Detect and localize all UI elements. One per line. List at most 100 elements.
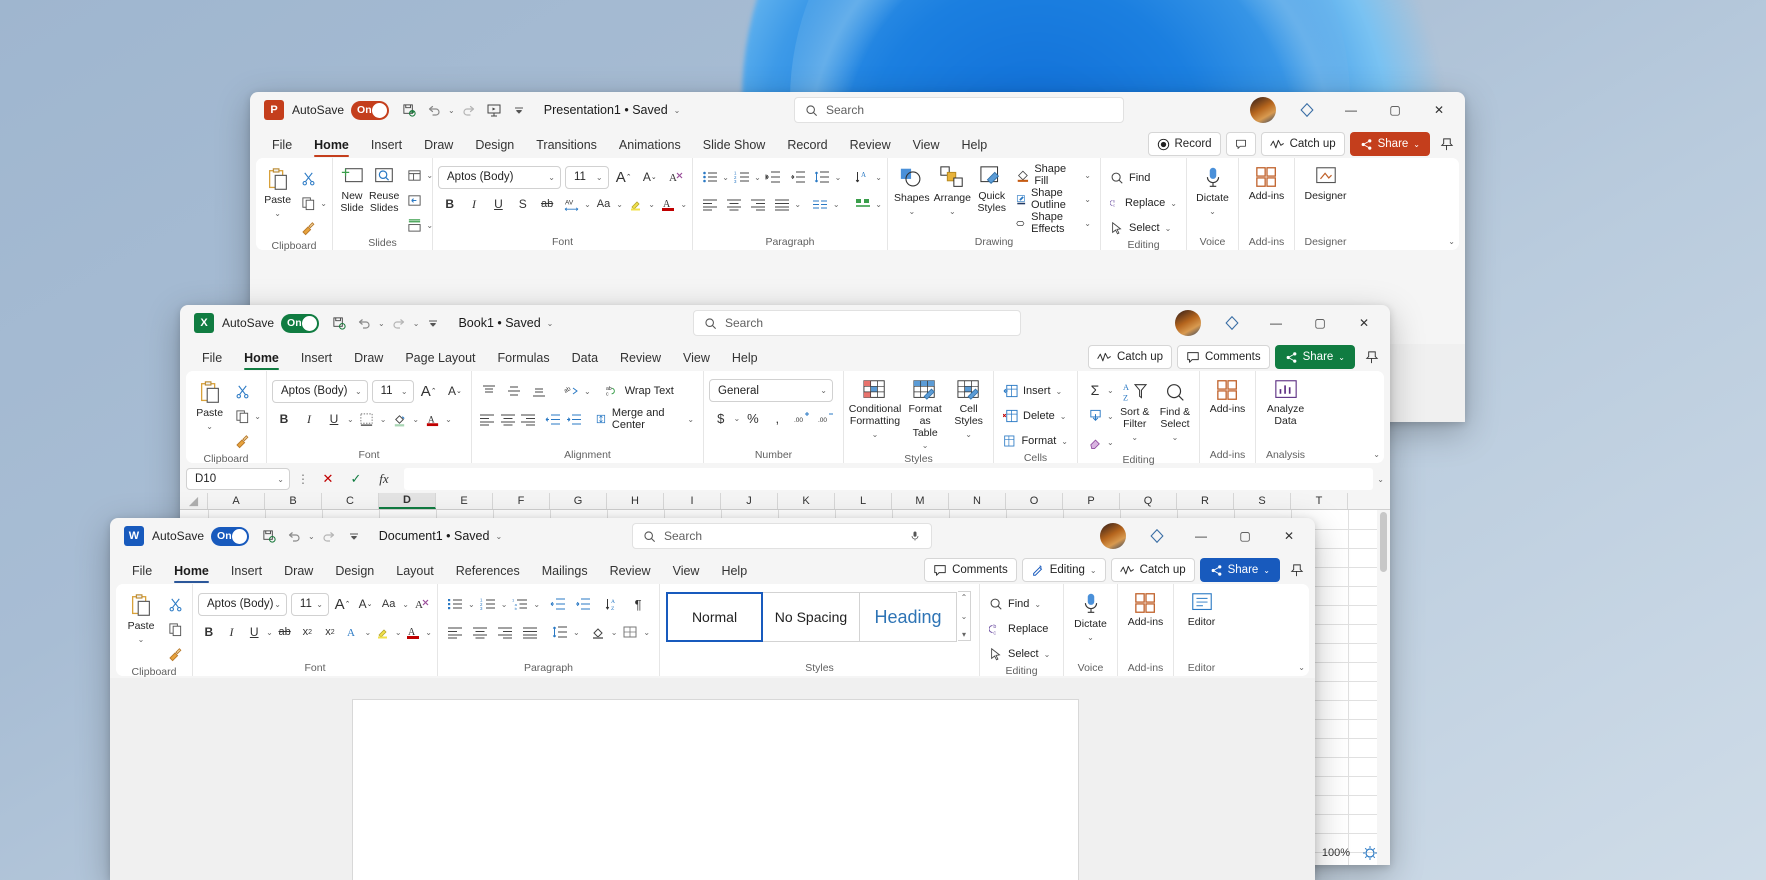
dictate-dropdown-icon[interactable]: ⌄	[1209, 207, 1216, 216]
tab-help[interactable]: Help	[711, 560, 757, 584]
italic-button[interactable]: I	[297, 407, 321, 431]
decrease-indent-button[interactable]	[546, 592, 570, 616]
bold-button[interactable]: B	[438, 192, 461, 216]
new-slide-button[interactable]: NewSlide	[338, 162, 366, 218]
insert-function-button[interactable]: fx	[372, 467, 396, 491]
enter-entry-button[interactable]: ✓	[344, 467, 368, 491]
excel-formula-bar[interactable]: D10⌄ ⋮ ✕ ✓ fx ⌄	[180, 465, 1390, 493]
tab-insert[interactable]: Insert	[361, 134, 412, 158]
copy-dropdown-icon[interactable]: ⌄	[254, 412, 261, 421]
undo-dropdown-icon[interactable]: ⌄	[448, 106, 455, 115]
customize-qat-icon[interactable]	[343, 525, 365, 547]
redo-icon[interactable]	[388, 312, 410, 334]
select-all-button[interactable]	[180, 493, 208, 509]
save-icon[interactable]	[258, 525, 280, 547]
addins-button[interactable]: Add-ins	[1244, 162, 1289, 206]
search-input[interactable]: Search	[693, 310, 1021, 336]
powerpoint-right-commands[interactable]: Record Catch up Share ⌄	[1148, 132, 1458, 156]
dictate-dropdown-icon[interactable]: ⌄	[1087, 633, 1094, 642]
font-color-button[interactable]: A	[403, 620, 425, 644]
italic-button[interactable]: I	[221, 620, 243, 644]
copy-button[interactable]	[163, 617, 187, 641]
number-format-combo[interactable]: General⌄	[709, 379, 833, 402]
fill-dropdown-icon[interactable]: ⌄	[1107, 412, 1114, 421]
copilot-icon[interactable]	[1210, 306, 1254, 340]
window-controls[interactable]: — ▢ ✕	[1091, 518, 1311, 554]
highlight-dropdown-icon[interactable]: ⌄	[648, 200, 655, 209]
window-controls[interactable]: — ▢ ✕	[1241, 92, 1461, 128]
account-avatar[interactable]	[1241, 93, 1285, 127]
orientation-button[interactable]: ab	[559, 379, 583, 403]
undo-dropdown-icon[interactable]: ⌄	[378, 319, 385, 328]
clear-button[interactable]	[1083, 430, 1107, 454]
format-as-table-button[interactable]: Format asTable ⌄	[903, 375, 947, 453]
undo-icon[interactable]	[283, 525, 305, 547]
tab-review[interactable]: Review	[610, 347, 671, 371]
tab-view[interactable]: View	[663, 560, 710, 584]
tab-draw[interactable]: Draw	[274, 560, 323, 584]
tab-view[interactable]: View	[903, 134, 950, 158]
name-box[interactable]: D10⌄	[186, 468, 290, 490]
multilevel-dropdown-icon[interactable]: ⌄	[533, 600, 540, 609]
addins-button[interactable]: Add-ins	[1123, 588, 1168, 632]
column-header-R[interactable]: R	[1177, 493, 1234, 509]
font-color-dropdown-icon[interactable]: ⌄	[425, 628, 432, 637]
increase-font-size-button[interactable]: A⌃	[333, 592, 352, 616]
close-button[interactable]: ✕	[1267, 519, 1311, 553]
select-button[interactable]: Select⌄	[1106, 217, 1181, 239]
tab-formulas[interactable]: Formulas	[488, 347, 560, 371]
show-formatting-marks-button[interactable]: ¶	[626, 592, 650, 616]
powerpoint-tab-strip[interactable]: File Home Insert Draw Design Transitions…	[250, 128, 1465, 158]
maximize-button[interactable]: ▢	[1223, 519, 1267, 553]
align-right-button[interactable]	[493, 620, 517, 644]
text-highlight-color-button[interactable]	[624, 192, 647, 216]
format-painter-button[interactable]	[296, 216, 320, 240]
columns-dropdown-icon[interactable]: ⌄	[833, 200, 840, 209]
tab-review[interactable]: Review	[840, 134, 901, 158]
column-header-S[interactable]: S	[1234, 493, 1291, 509]
replace-button[interactable]: bc Replace⌄	[1106, 192, 1181, 214]
underline-dropdown-icon[interactable]: ⌄	[266, 628, 273, 637]
document-title[interactable]: Presentation1 • Saved ⌄	[544, 103, 681, 117]
record-button[interactable]: Record	[1148, 132, 1221, 156]
section-button[interactable]	[402, 213, 426, 237]
bold-button[interactable]: B	[272, 407, 296, 431]
font-color-dropdown-icon[interactable]: ⌄	[680, 200, 687, 209]
quick-access-toolbar[interactable]: ⌄ ⌄	[328, 312, 444, 334]
close-button[interactable]: ✕	[1342, 306, 1386, 340]
smartart-dropdown-icon[interactable]: ⌄	[875, 200, 882, 209]
sort-filter-dropdown-icon[interactable]: ⌄	[1131, 433, 1138, 442]
tab-page-layout[interactable]: Page Layout	[395, 347, 485, 371]
bullets-button[interactable]	[443, 592, 467, 616]
share-button[interactable]: Share ⌄	[1275, 345, 1355, 369]
share-button[interactable]: Share ⌄	[1200, 558, 1280, 582]
fill-color-button[interactable]	[387, 407, 411, 431]
tab-file[interactable]: File	[192, 347, 232, 371]
format-painter-button[interactable]	[163, 642, 187, 666]
tab-review[interactable]: Review	[600, 560, 661, 584]
dictate-button[interactable]: Dictate ⌄	[1069, 588, 1112, 645]
maximize-button[interactable]: ▢	[1298, 306, 1342, 340]
copy-dropdown-icon[interactable]: ⌄	[320, 199, 327, 208]
column-header-B[interactable]: B	[265, 493, 322, 509]
format-cells-button[interactable]: Format⌄	[999, 430, 1072, 452]
catchup-button[interactable]: Catch up	[1111, 558, 1195, 582]
bullets-dropdown-icon[interactable]: ⌄	[468, 600, 475, 609]
bottom-align-button[interactable]	[527, 379, 551, 403]
cell-styles-button[interactable]: CellStyles ⌄	[949, 375, 988, 442]
addins-button[interactable]: Add-ins	[1205, 375, 1250, 419]
line-spacing-button[interactable]	[810, 165, 833, 189]
strikethrough-button[interactable]: ab	[274, 620, 296, 644]
change-case-dropdown-icon[interactable]: ⌄	[402, 600, 409, 609]
column-header-J[interactable]: J	[721, 493, 778, 509]
shading-dropdown-icon[interactable]: ⌄	[611, 628, 618, 637]
minimize-button[interactable]: —	[1179, 519, 1223, 553]
editing-mode-button[interactable]: Editing ⌄	[1022, 558, 1106, 582]
copy-button[interactable]	[230, 404, 254, 428]
customize-qat-icon[interactable]	[422, 312, 444, 334]
clear-formatting-button[interactable]: A	[665, 165, 687, 189]
justify-button[interactable]	[770, 192, 793, 216]
clear-formatting-button[interactable]: A	[413, 592, 432, 616]
tab-insert[interactable]: Insert	[291, 347, 342, 371]
share-dropdown-icon[interactable]: ⌄	[1413, 140, 1420, 149]
